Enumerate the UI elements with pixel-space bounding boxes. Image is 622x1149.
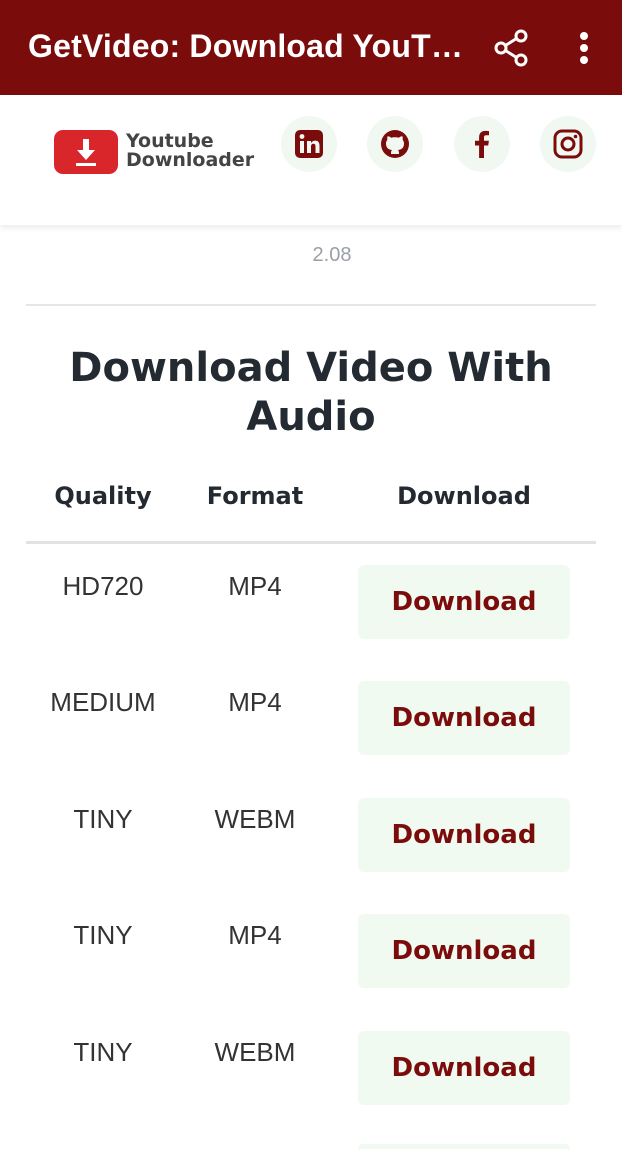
download-button[interactable]: Download bbox=[358, 1031, 570, 1105]
app-title: GetVideo: Download YouT… bbox=[28, 28, 464, 64]
column-header-download: Download bbox=[397, 482, 531, 510]
share-icon[interactable] bbox=[490, 26, 534, 70]
app-bar: GetVideo: Download YouT… bbox=[0, 0, 622, 95]
quality-cell: MEDIUM bbox=[50, 687, 156, 717]
quality-cell: HD720 bbox=[62, 571, 144, 601]
more-vert-icon[interactable] bbox=[566, 26, 602, 70]
column-header-quality: Quality bbox=[54, 482, 152, 510]
quality-cell: TINY bbox=[73, 920, 133, 950]
download-button[interactable]: Download bbox=[358, 681, 570, 755]
section-title-line2: Audio bbox=[246, 394, 376, 440]
format-cell: WEBM bbox=[214, 804, 296, 834]
instagram-icon[interactable] bbox=[540, 116, 596, 172]
format-cell: MP4 bbox=[228, 571, 282, 601]
logo[interactable]: Youtube Downloader bbox=[54, 128, 254, 176]
table-row: TINY WEBM Download bbox=[0, 1031, 622, 1147]
column-header-format: Format bbox=[206, 482, 304, 510]
linkedin-icon[interactable] bbox=[281, 116, 337, 172]
table-row: TINY WEBM Download bbox=[0, 798, 622, 914]
download-button[interactable]: Download bbox=[358, 565, 570, 639]
format-cell: MP4 bbox=[228, 920, 282, 950]
quality-cell: TINY bbox=[73, 1037, 133, 1067]
table-header-divider bbox=[26, 541, 596, 544]
format-cell: WEBM bbox=[214, 1037, 296, 1067]
quality-cell: TINY bbox=[73, 804, 133, 834]
download-button[interactable]: Download bbox=[358, 914, 570, 988]
github-icon[interactable] bbox=[367, 116, 423, 172]
logo-line2: Downloader bbox=[126, 149, 255, 171]
download-button-partial[interactable] bbox=[358, 1144, 570, 1149]
facebook-icon[interactable] bbox=[454, 116, 510, 172]
logo-text: Youtube Downloader bbox=[126, 132, 254, 170]
version-label: 2.08 bbox=[312, 244, 352, 266]
table-row: TINY MP4 Download bbox=[0, 914, 622, 1030]
download-button[interactable]: Download bbox=[358, 798, 570, 872]
format-cell: MP4 bbox=[228, 687, 282, 717]
section-title-line1: Download Video With bbox=[69, 345, 553, 391]
table-row: HD720 MP4 Download bbox=[0, 565, 622, 681]
download-icon bbox=[54, 130, 118, 174]
divider bbox=[26, 304, 596, 306]
table-row: MEDIUM MP4 Download bbox=[0, 681, 622, 797]
section-title: Download Video With Audio bbox=[0, 344, 622, 442]
